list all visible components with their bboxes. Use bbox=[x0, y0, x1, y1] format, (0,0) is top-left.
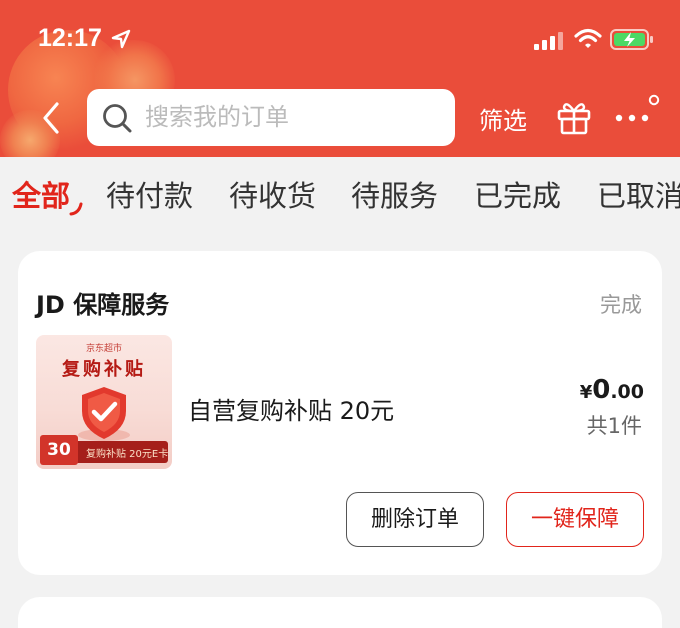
tab-all[interactable]: 全部 bbox=[12, 173, 70, 215]
status-time: 12:17 bbox=[38, 24, 102, 52]
item-quantity: 共1件 bbox=[586, 414, 642, 438]
thumbnail-brand: 京东超市 bbox=[85, 344, 122, 354]
top-header: 12:17 筛选 bbox=[0, 0, 680, 157]
item-price: ¥0.00 bbox=[580, 375, 644, 405]
search-input[interactable] bbox=[145, 97, 440, 137]
price-decimal: .00 bbox=[610, 381, 644, 403]
tab-completed[interactable]: 已完成 bbox=[474, 173, 561, 215]
more-icon[interactable] bbox=[612, 94, 662, 134]
filter-button[interactable]: 筛选 bbox=[479, 101, 527, 136]
price-integer: 0 bbox=[592, 375, 611, 405]
next-order-card[interactable] bbox=[18, 597, 662, 628]
signal-icon bbox=[534, 32, 563, 50]
order-card[interactable]: JD 保障服务 完成 京东超市 复购补贴 30 复购补贴 20元E卡 自营复购补… bbox=[18, 251, 662, 575]
tab-pending-receipt[interactable]: 待收货 bbox=[229, 173, 316, 215]
wifi-icon bbox=[574, 28, 602, 48]
product-thumbnail[interactable]: 京东超市 复购补贴 30 复购补贴 20元E卡 bbox=[36, 335, 172, 469]
location-arrow-icon bbox=[111, 29, 131, 49]
order-tabs: 全部 待付款 待收货 待服务 已完成 已取消 bbox=[0, 157, 680, 231]
search-icon bbox=[103, 104, 132, 133]
order-status: 完成 bbox=[600, 293, 642, 317]
gift-icon[interactable] bbox=[556, 98, 592, 136]
back-arrow-icon[interactable] bbox=[38, 98, 64, 138]
search-box[interactable] bbox=[87, 89, 455, 146]
thumbnail-bar-text: 复购补贴 20元E卡 bbox=[86, 449, 169, 460]
shop-name: JD 保障服务 bbox=[36, 291, 170, 319]
one-click-protect-button[interactable]: 一键保障 bbox=[506, 492, 644, 547]
tab-pending-payment[interactable]: 待付款 bbox=[106, 173, 193, 215]
thumbnail-title: 复购补贴 bbox=[62, 359, 146, 380]
shield-check-icon bbox=[78, 387, 130, 441]
thumbnail-badge: 30 bbox=[40, 435, 78, 465]
price-currency: ¥ bbox=[579, 382, 593, 403]
tab-cancelled[interactable]: 已取消 bbox=[597, 173, 680, 215]
tab-pending-service[interactable]: 待服务 bbox=[351, 173, 438, 215]
active-tab-indicator bbox=[69, 202, 83, 216]
battery-charging-icon bbox=[610, 29, 653, 50]
delete-order-button[interactable]: 删除订单 bbox=[346, 492, 484, 547]
item-name[interactable]: 自营复购补贴 20元 bbox=[188, 391, 394, 426]
